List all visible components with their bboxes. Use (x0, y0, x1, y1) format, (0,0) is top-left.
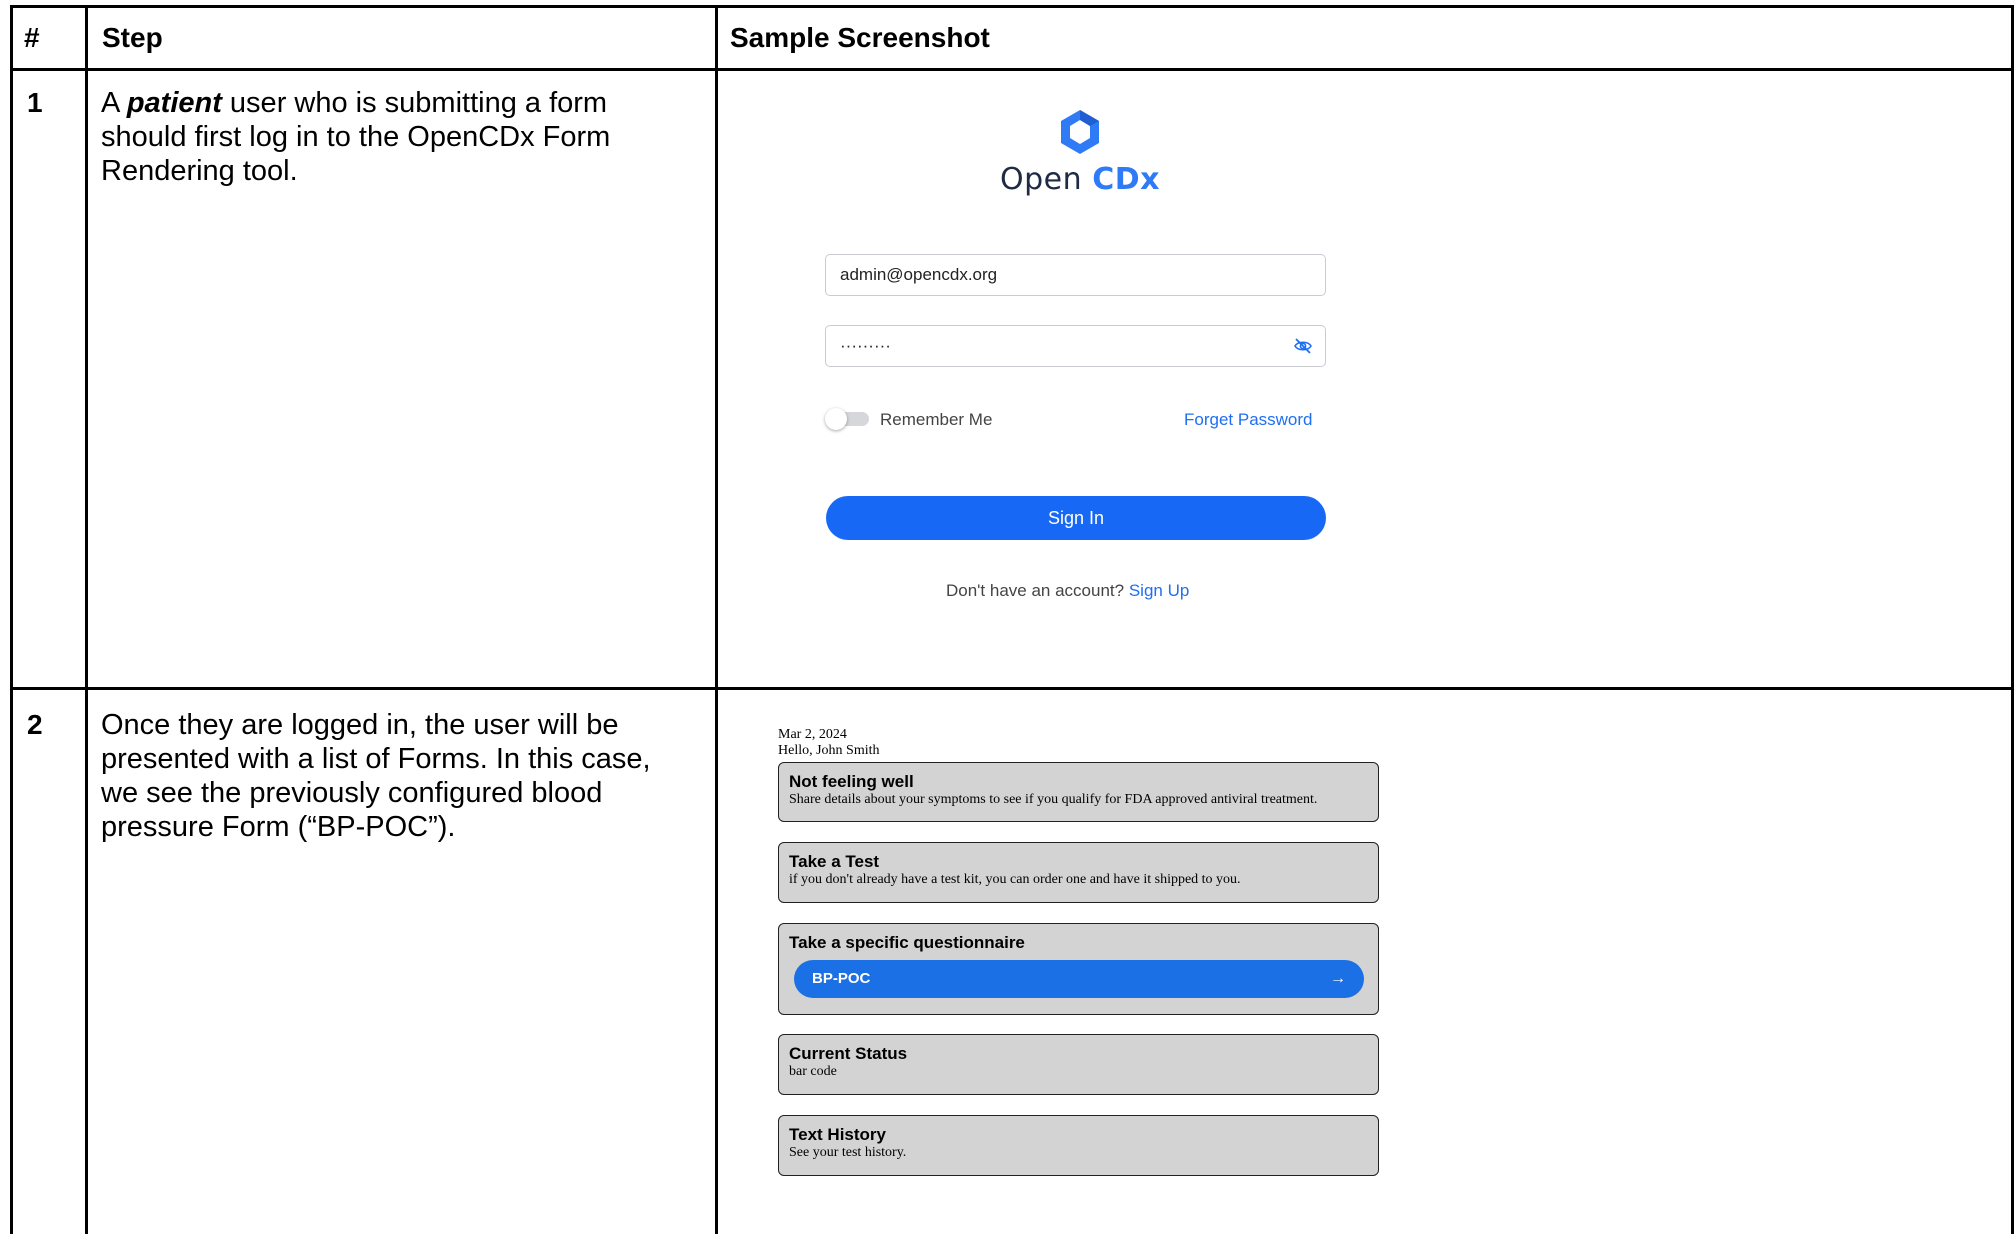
email-field[interactable]: admin@opencdx.org (825, 254, 1326, 296)
card-description: if you don't already have a test kit, yo… (789, 872, 1241, 887)
header-step: Step (102, 22, 163, 53)
card-title: Take a Test (789, 852, 880, 871)
remember-me-label: Remember Me (880, 410, 993, 429)
logo-wordmark: Open CDx (1000, 162, 1160, 197)
greeting: Hello, John Smith (778, 743, 880, 758)
row-1-step-text: A patient user who is submitting a form … (101, 87, 611, 187)
card-title: Text History (789, 1125, 886, 1144)
password-field[interactable]: ········· (825, 325, 1326, 367)
header-sample-screenshot: Sample Screenshot (730, 22, 990, 53)
sign-up-link[interactable]: Sign Up (1129, 581, 1189, 600)
row-1-emphasis: patient (126, 87, 222, 119)
card-not-feeling-well[interactable]: Not feeling well Share details about you… (778, 762, 1379, 822)
card-description: bar code (789, 1064, 837, 1079)
row-2-number: 2 (27, 709, 43, 740)
card-take-a-test[interactable]: Take a Test if you don't already have a … (778, 842, 1379, 903)
arrow-right-icon: → (1330, 970, 1346, 987)
table-border-left (10, 5, 13, 1234)
card-text-history[interactable]: Text History See your test history. (778, 1115, 1379, 1176)
opencdx-logo: Open CDx (1000, 108, 1160, 204)
remember-me-toggle[interactable] (825, 408, 869, 430)
card-description: Share details about your symptoms to see… (789, 792, 1318, 807)
row-2-step-text: Once they are logged in, the user will b… (101, 709, 651, 843)
table-border-top (10, 5, 2014, 8)
bp-poc-button[interactable]: BP-POC → (794, 960, 1364, 998)
table-header-divider (10, 68, 2014, 71)
table-col-divider-2 (715, 5, 718, 1234)
hexagon-logo-icon (1061, 110, 1099, 154)
card-title: Not feeling well (789, 772, 914, 791)
table-col-divider-1 (85, 5, 88, 1234)
sign-in-button[interactable]: Sign In (826, 496, 1326, 540)
forgot-password-link[interactable]: Forget Password (1184, 409, 1313, 431)
card-current-status[interactable]: Current Status bar code (778, 1034, 1379, 1095)
eye-slash-icon[interactable] (1293, 337, 1313, 355)
header-num: # (24, 22, 40, 53)
signup-prompt: Don't have an account? Sign Up (946, 581, 1190, 600)
card-title: Current Status (789, 1044, 908, 1063)
card-description: See your test history. (789, 1145, 907, 1160)
card-title: Take a specific questionnaire (789, 933, 1025, 952)
row-1-number: 1 (27, 87, 43, 118)
table-row-divider (10, 687, 2014, 690)
current-date: Mar 2, 2024 (778, 727, 847, 742)
